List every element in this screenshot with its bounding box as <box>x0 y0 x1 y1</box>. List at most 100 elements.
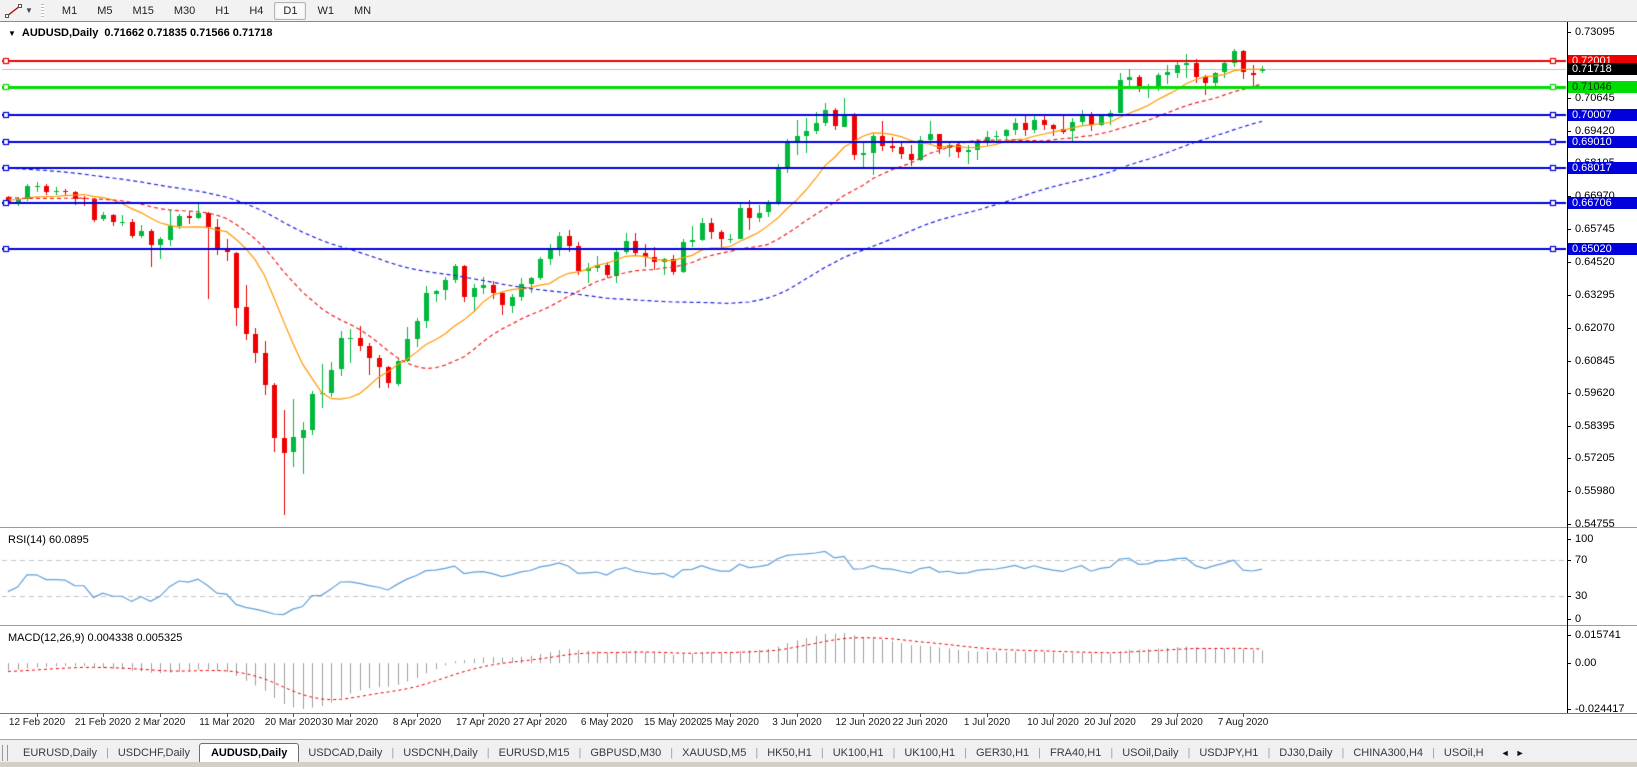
tab-scroll-buttons: ◄► <box>1501 748 1531 758</box>
chart-tab-usdjpy-h1[interactable]: USDJPY,H1 <box>1190 744 1267 763</box>
timeframe-button-m1[interactable]: M1 <box>53 2 86 20</box>
price-badge-0-71718: 0.71718 <box>1568 63 1637 75</box>
price-tick-mark <box>1567 32 1571 33</box>
chart-frame-top-hl <box>0 22 1637 23</box>
time-tick-label: 2 Mar 2020 <box>124 717 196 728</box>
price-tick-mark <box>1567 98 1571 99</box>
chevron-down-icon[interactable]: ▼ <box>25 6 33 15</box>
price-tick-mark <box>1567 393 1571 394</box>
macd-tick-mark <box>1567 709 1571 710</box>
rsi-tick-mark <box>1567 619 1571 620</box>
price-badge-0-70007: 0.70007 <box>1568 109 1637 121</box>
time-tick-label: 6 May 2020 <box>571 717 643 728</box>
chart-tab-uk100-h1[interactable]: UK100,H1 <box>895 744 964 763</box>
price-tick-mark <box>1567 458 1571 459</box>
rsi-canvas[interactable] <box>2 531 1567 625</box>
price-tick-mark <box>1567 262 1571 263</box>
time-tick-label: 11 Mar 2020 <box>191 717 263 728</box>
price-badge-0-71046: 0.71046 <box>1568 81 1637 93</box>
timeframe-button-m15[interactable]: M15 <box>123 2 162 20</box>
chart-tab-eurusd-m15[interactable]: EURUSD,M15 <box>490 744 579 763</box>
timeframe-button-mn[interactable]: MN <box>345 2 380 20</box>
panel-separator-hl <box>0 528 1637 529</box>
chart-tab-usdchf-daily[interactable]: USDCHF,Daily <box>109 744 199 763</box>
chart-tab-ger30-h1[interactable]: GER30,H1 <box>967 744 1038 763</box>
time-tick-label: 29 Jul 2020 <box>1141 717 1213 728</box>
chart-tab-uk100-h1[interactable]: UK100,H1 <box>824 744 893 763</box>
macd-signal-value: 0.005325 <box>136 632 182 644</box>
chart-tab-usoil-daily[interactable]: USOil,Daily <box>1113 744 1187 763</box>
macd-tick-label: -0.024417 <box>1575 703 1625 715</box>
rsi-tick-mark <box>1567 539 1571 540</box>
chart-tab-audusd-daily[interactable]: AUDUSD,Daily <box>199 743 299 764</box>
price-tick-label: 0.55980 <box>1575 485 1615 497</box>
tab-scroll-right-icon[interactable]: ► <box>1516 748 1531 758</box>
timeframe-button-h1[interactable]: H1 <box>206 2 238 20</box>
macd-indicator-label: MACD(12,26,9) 0.004338 0.005325 <box>8 632 182 644</box>
chart-tab-xauusd-m5[interactable]: XAUUSD,M5 <box>673 744 755 763</box>
price-tick-mark <box>1567 295 1571 296</box>
price-badge-0-66706: 0.66706 <box>1568 197 1637 209</box>
tab-scroll-left-icon[interactable]: ◄ <box>1501 748 1516 758</box>
chart-tab-fra40-h1[interactable]: FRA40,H1 <box>1041 744 1110 763</box>
macd-name: MACD(12,26,9) <box>8 632 84 644</box>
tabbar-grip-handle[interactable] <box>2 745 8 761</box>
time-tick-label: 30 Mar 2020 <box>314 717 386 728</box>
rsi-name: RSI(14) <box>8 534 46 546</box>
chart-tab-gbpusd-m30[interactable]: GBPUSD,M30 <box>581 744 670 763</box>
chart-symbol-label: AUDUSD,Daily <box>22 27 98 39</box>
timeframe-button-m30[interactable]: M30 <box>165 2 204 20</box>
time-tick-label: 3 Jun 2020 <box>761 717 833 728</box>
chart-title-caret-icon[interactable]: ▼ <box>8 29 16 38</box>
panel-separator-hl <box>0 626 1637 627</box>
chart-title: ▼ AUDUSD,Daily 0.71662 0.71835 0.71566 0… <box>8 27 273 39</box>
time-tick-label: 7 Aug 2020 <box>1207 717 1279 728</box>
macd-tick-label: 0.015741 <box>1575 629 1621 641</box>
price-tick-label: 0.73095 <box>1575 26 1615 38</box>
trendline-tool-icon[interactable] <box>4 3 24 19</box>
rsi-tick-label: 70 <box>1575 554 1587 566</box>
time-tick-label: 1 Jul 2020 <box>951 717 1023 728</box>
main-chart-canvas[interactable] <box>2 24 1567 527</box>
macd-tick-mark <box>1567 663 1571 664</box>
price-tick-mark <box>1567 328 1571 329</box>
chart-tab-usdcad-daily[interactable]: USDCAD,Daily <box>299 744 391 763</box>
rsi-tick-mark <box>1567 560 1571 561</box>
price-tick-label: 0.60845 <box>1575 355 1615 367</box>
timeframe-buttons: M1M5M15M30H1H4D1W1MN <box>52 2 381 20</box>
rsi-value: 60.0895 <box>49 534 89 546</box>
macd-tick-mark <box>1567 635 1571 636</box>
chart-tab-hk50-h1[interactable]: HK50,H1 <box>758 744 821 763</box>
price-tick-mark <box>1567 491 1571 492</box>
price-tick-mark <box>1567 361 1571 362</box>
timeframe-toolbar: ▼ M1M5M15M30H1H4D1W1MN <box>0 0 1637 22</box>
timeframe-button-h4[interactable]: H4 <box>240 2 272 20</box>
chart-tabs: EURUSD,Daily|USDCHF,DailyAUDUSD,DailyUSD… <box>14 742 1493 763</box>
timeframe-button-w1[interactable]: W1 <box>308 2 343 20</box>
macd-tick-label: 0.00 <box>1575 657 1596 669</box>
time-tick-label: 12 Feb 2020 <box>1 717 73 728</box>
price-badge-0-65020: 0.65020 <box>1568 243 1637 255</box>
price-tick-label: 0.59620 <box>1575 387 1615 399</box>
chart-tab-usdcnh-daily[interactable]: USDCNH,Daily <box>394 744 487 763</box>
timeframe-button-m5[interactable]: M5 <box>88 2 121 20</box>
price-tick-label: 0.70645 <box>1575 92 1615 104</box>
chart-tab-usoil-h[interactable]: USOil,H <box>1435 744 1493 763</box>
rsi-tick-label: 30 <box>1575 590 1587 602</box>
time-axis-line <box>0 713 1637 714</box>
chart-tab-dj30-daily[interactable]: DJ30,Daily <box>1270 744 1341 763</box>
price-tick-label: 0.65745 <box>1575 223 1615 235</box>
chart-tab-china300-h4[interactable]: CHINA300,H4 <box>1344 744 1432 763</box>
price-axis-line <box>1567 22 1568 713</box>
price-tick-mark <box>1567 524 1571 525</box>
timeframe-button-d1[interactable]: D1 <box>274 2 306 20</box>
time-tick-label: 27 Apr 2020 <box>504 717 576 728</box>
toolbar-grip-handle[interactable] <box>41 4 44 18</box>
price-tick-label: 0.62070 <box>1575 322 1615 334</box>
price-tick-label: 0.63295 <box>1575 289 1615 301</box>
macd-canvas[interactable] <box>2 629 1567 713</box>
chart-ohlc-values: 0.71662 0.71835 0.71566 0.71718 <box>104 27 272 39</box>
time-tick-label: 22 Jun 2020 <box>884 717 956 728</box>
chart-tab-eurusd-daily[interactable]: EURUSD,Daily <box>14 744 106 763</box>
price-badge-0-69010: 0.69010 <box>1568 136 1637 148</box>
